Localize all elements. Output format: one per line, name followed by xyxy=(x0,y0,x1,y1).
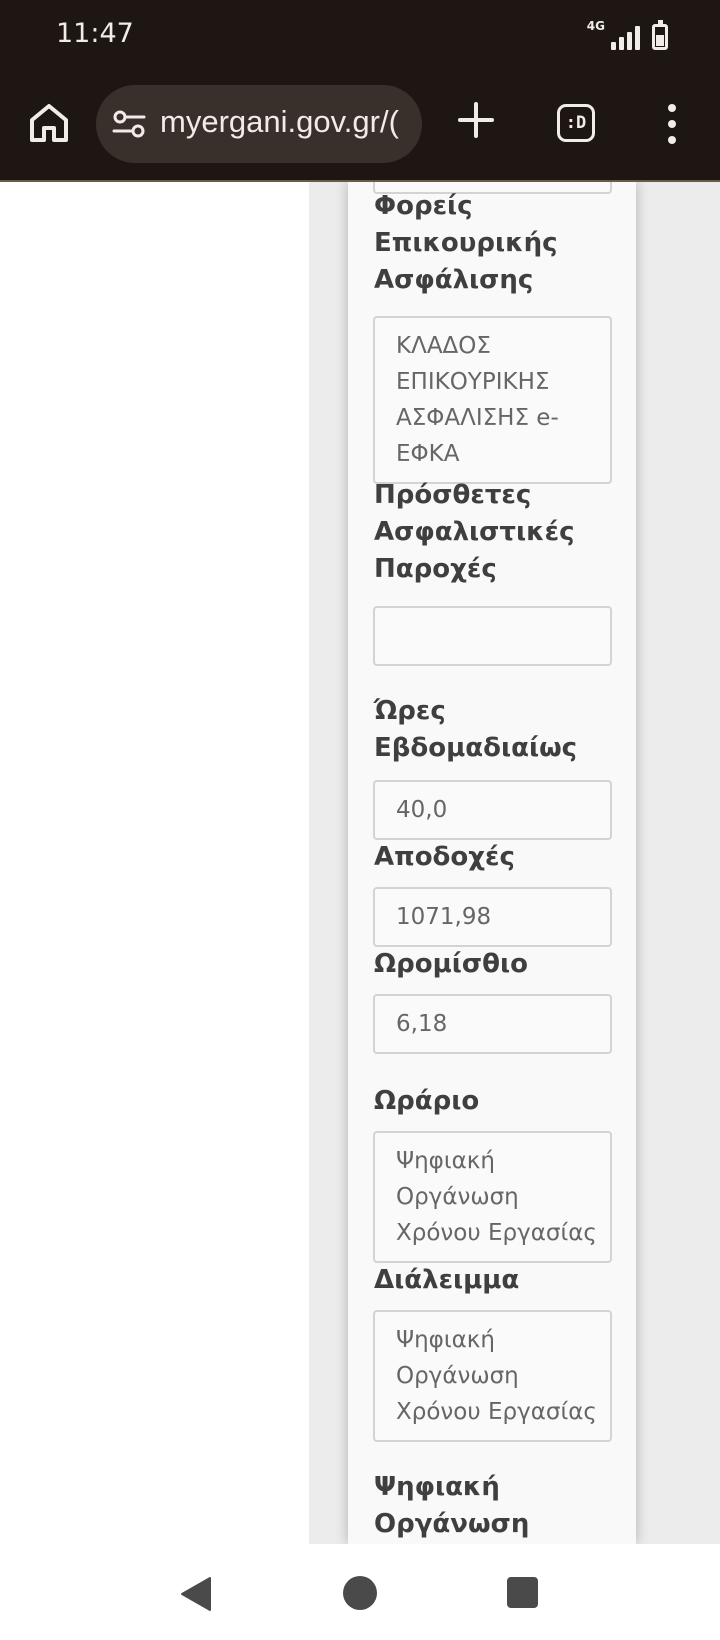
additional-benefits-label: Πρόσθετες Ασφαλιστικές Παροχές xyxy=(374,480,575,584)
menu-dot xyxy=(668,136,676,144)
earnings-label: Αποδοχές xyxy=(374,842,515,872)
new-tab-button[interactable] xyxy=(456,100,496,140)
auxiliary-insurance-label: Φορείς Επικουρικής Ασφάλισης xyxy=(374,191,558,295)
hourly-wage-label: Ωρομίσθιο xyxy=(374,949,528,979)
break-label: Διάλειμμα xyxy=(374,1265,520,1295)
signal-icon xyxy=(611,26,640,50)
battery-icon xyxy=(652,20,668,50)
auxiliary-insurance-field[interactable]: ΚΛΑΔΟΣ ΕΠΙΚΟΥΡΙΚΗΣ ΑΣΦΑΛΙΣΗΣ e-ΕΦΚΑ xyxy=(373,316,612,484)
home-circle-icon[interactable] xyxy=(343,1576,377,1610)
status-time: 11:47 xyxy=(56,18,134,49)
digital-organization-label: Ψηφιακή Οργάνωση xyxy=(374,1472,530,1539)
schedule-field[interactable]: Ψηφιακή Οργάνωση Χρόνου Εργασίας xyxy=(373,1131,612,1263)
menu-dot xyxy=(668,104,676,112)
form-card: Φορείς Επικουρικής Ασφάλισης ΚΛΑΔΟΣ ΕΠΙΚ… xyxy=(348,182,636,1544)
additional-benefits-field[interactable] xyxy=(373,606,612,666)
address-bar[interactable]: myergani.gov.gr/( xyxy=(96,85,422,163)
back-icon[interactable] xyxy=(178,1576,214,1612)
menu-button[interactable] xyxy=(660,104,684,144)
status-icons: 4G xyxy=(587,20,668,50)
tabs-icon: :D xyxy=(565,113,587,133)
home-button[interactable] xyxy=(26,100,72,146)
break-field[interactable]: Ψηφιακή Οργάνωση Χρόνου Εργασίας xyxy=(373,1310,612,1442)
weekly-hours-field[interactable]: 40,0 xyxy=(373,780,612,840)
page-content[interactable]: Φορείς Επικουρικής Ασφάλισης ΚΛΑΔΟΣ ΕΠΙΚ… xyxy=(0,182,720,1544)
browser-chrome: 11:47 4G myergani.gov.gr/( :D xyxy=(0,0,720,182)
weekly-hours-label: Ώρες Εβδομαδιαίως xyxy=(374,696,578,763)
tabs-button[interactable]: :D xyxy=(557,104,595,142)
site-settings-icon[interactable] xyxy=(112,109,146,139)
home-icon xyxy=(30,104,68,142)
recents-icon[interactable] xyxy=(507,1577,538,1608)
schedule-label: Ωράριο xyxy=(374,1086,480,1116)
earnings-field[interactable]: 1071,98 xyxy=(373,887,612,947)
network-type: 4G xyxy=(586,19,605,33)
hourly-wage-field[interactable]: 6,18 xyxy=(373,994,612,1054)
system-nav-bar xyxy=(0,1544,720,1640)
plus-icon xyxy=(458,102,494,138)
url-text[interactable]: myergani.gov.gr/( xyxy=(160,104,399,140)
menu-dot xyxy=(668,120,676,128)
